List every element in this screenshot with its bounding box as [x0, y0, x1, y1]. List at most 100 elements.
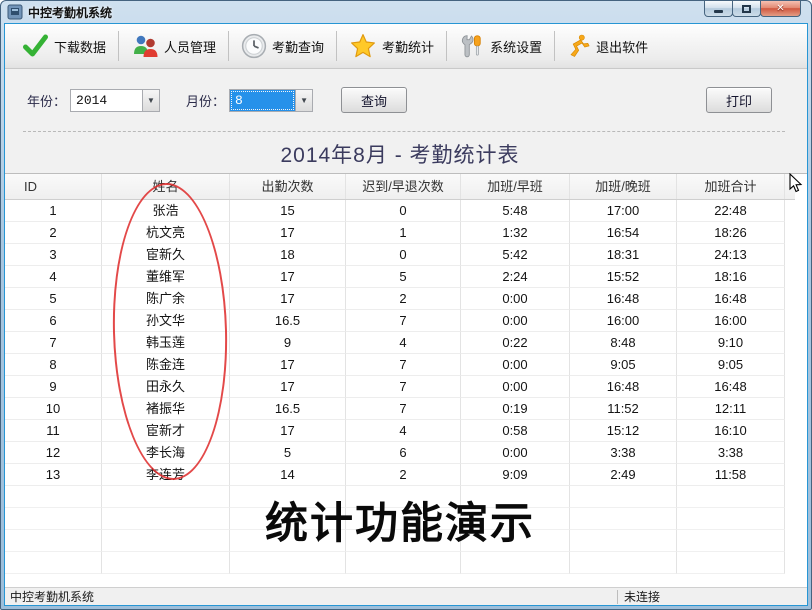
print-button[interactable]: 打印: [705, 87, 772, 113]
table-cell: 17: [230, 354, 346, 376]
table-cell: 16:48: [677, 288, 785, 310]
table-cell: 16:48: [570, 288, 677, 310]
empty-cell: [5, 530, 102, 552]
check-icon: [22, 34, 49, 58]
table-cell: 9:09: [461, 464, 570, 486]
table-cell: 9: [5, 376, 102, 398]
empty-cell: [461, 530, 570, 552]
table-row[interactable]: 13 李连芳 14 2 9:09 2:49 11:58: [5, 464, 795, 486]
table-cell: 12: [5, 442, 102, 464]
empty-table-row: [5, 508, 795, 530]
table-row[interactable]: 8 陈金连 17 7 0:00 9:05 9:05: [5, 354, 795, 376]
table-row[interactable]: 10 褚振华 16.5 7 0:19 11:52 12:11: [5, 398, 795, 420]
app-window: 中控考勤机系统 ✕ 下载数据 人员管理 考勤查询 考勤统计 系统设置 退出软件 …: [0, 0, 812, 610]
table-cell: 5: [230, 442, 346, 464]
empty-cell: [102, 530, 230, 552]
table-cell: 14: [230, 464, 346, 486]
toolbar-system-settings[interactable]: 系统设置: [450, 29, 551, 63]
table-cell: 2:24: [461, 266, 570, 288]
column-header-name[interactable]: 姓名: [102, 174, 230, 199]
chevron-down-icon[interactable]: ▼: [142, 89, 160, 111]
table-cell: 3:38: [570, 442, 677, 464]
table-cell: 杭文亮: [102, 222, 230, 244]
month-value: 8: [230, 89, 296, 111]
table-row[interactable]: 1 张浩 15 0 5:48 17:00 22:48: [5, 200, 795, 222]
app-icon: [7, 4, 23, 20]
column-header-overtime-evening[interactable]: 加班/晚班: [570, 174, 677, 199]
toolbar: 下载数据 人员管理 考勤查询 考勤统计 系统设置 退出软件: [5, 24, 807, 69]
column-header-id[interactable]: ID: [5, 174, 102, 199]
table-cell: 7: [5, 332, 102, 354]
table-cell: 7: [346, 310, 461, 332]
table-cell: 陈金连: [102, 354, 230, 376]
empty-cell: [346, 552, 461, 574]
toolbar-separator: [118, 31, 120, 61]
toolbar-exit-software[interactable]: 退出软件: [558, 29, 657, 63]
empty-cell: [5, 508, 102, 530]
empty-cell: [677, 486, 785, 508]
table-cell: 11:52: [570, 398, 677, 420]
table-row[interactable]: 6 孙文华 16.5 7 0:00 16:00 16:00: [5, 310, 795, 332]
table-cell: 16:00: [570, 310, 677, 332]
table-cell: 陈广余: [102, 288, 230, 310]
table-cell: 5:42: [461, 244, 570, 266]
empty-cell: [5, 486, 102, 508]
chevron-down-icon[interactable]: ▼: [295, 89, 313, 111]
table-cell: 3:38: [677, 442, 785, 464]
close-button[interactable]: ✕: [760, 1, 801, 17]
toolbar-attendance-query[interactable]: 考勤查询: [232, 29, 333, 63]
table-row[interactable]: 11 宦新才 17 4 0:58 15:12 16:10: [5, 420, 795, 442]
year-value: 2014: [76, 92, 108, 108]
empty-cell: [570, 552, 677, 574]
table-row[interactable]: 12 李长海 5 6 0:00 3:38 3:38: [5, 442, 795, 464]
table-cell: 6: [346, 442, 461, 464]
column-header-overtime-total[interactable]: 加班合计: [677, 174, 785, 199]
table-cell: 7: [346, 398, 461, 420]
table-row[interactable]: 5 陈广余 17 2 0:00 16:48 16:48: [5, 288, 795, 310]
window-title: 中控考勤机系统: [28, 5, 113, 20]
table-cell: 16.5: [230, 310, 346, 332]
empty-cell: [230, 552, 346, 574]
empty-cell: [570, 530, 677, 552]
year-select[interactable]: 2014 ▼: [70, 88, 161, 112]
maximize-button[interactable]: [732, 1, 761, 17]
toolbar-personnel-management[interactable]: 人员管理: [122, 30, 225, 62]
empty-table-row: [5, 530, 795, 552]
table-row[interactable]: 9 田永久 17 7 0:00 16:48 16:48: [5, 376, 795, 398]
table-cell: 张浩: [102, 200, 230, 222]
table-cell: 1: [5, 200, 102, 222]
column-header-overtime-morning[interactable]: 加班/早班: [461, 174, 570, 199]
toolbar-download-data[interactable]: 下载数据: [13, 30, 115, 62]
empty-cell: [230, 530, 346, 552]
table-row[interactable]: 3 宦新久 18 0 5:42 18:31 24:13: [5, 244, 795, 266]
table-row[interactable]: 2 杭文亮 17 1 1:32 16:54 18:26: [5, 222, 795, 244]
toolbar-separator: [554, 31, 556, 61]
minimize-icon: [714, 10, 723, 13]
toolbar-label: 系统设置: [490, 39, 543, 55]
titlebar[interactable]: 中控考勤机系统: [1, 1, 811, 23]
table-cell: 13: [5, 464, 102, 486]
star-icon: [349, 33, 377, 59]
clock-icon: [241, 33, 267, 59]
column-header-late-early[interactable]: 迟到/早退次数: [346, 174, 461, 199]
table-cell: 15:52: [570, 266, 677, 288]
toolbar-attendance-statistics[interactable]: 考勤统计: [340, 29, 443, 63]
table-cell: 0:19: [461, 398, 570, 420]
month-select[interactable]: 8 ▼: [229, 88, 314, 112]
column-header-attendance[interactable]: 出勤次数: [230, 174, 346, 199]
table-cell: 16:48: [677, 376, 785, 398]
table-cell: 18: [230, 244, 346, 266]
empty-cell: [230, 508, 346, 530]
table-cell: 4: [5, 266, 102, 288]
table-cell: 李长海: [102, 442, 230, 464]
table-row[interactable]: 4 董维军 17 5 2:24 15:52 18:16: [5, 266, 795, 288]
statusbar: 中控考勤机系统 未连接: [5, 587, 807, 605]
table-cell: 9:05: [677, 354, 785, 376]
table-row[interactable]: 7 韩玉莲 9 4 0:22 8:48 9:10: [5, 332, 795, 354]
table-cell: 9:10: [677, 332, 785, 354]
table-cell: 15:12: [570, 420, 677, 442]
table-cell: 16:48: [570, 376, 677, 398]
query-button[interactable]: 查询: [341, 87, 408, 113]
table-cell: 0: [346, 200, 461, 222]
minimize-button[interactable]: [704, 1, 733, 17]
